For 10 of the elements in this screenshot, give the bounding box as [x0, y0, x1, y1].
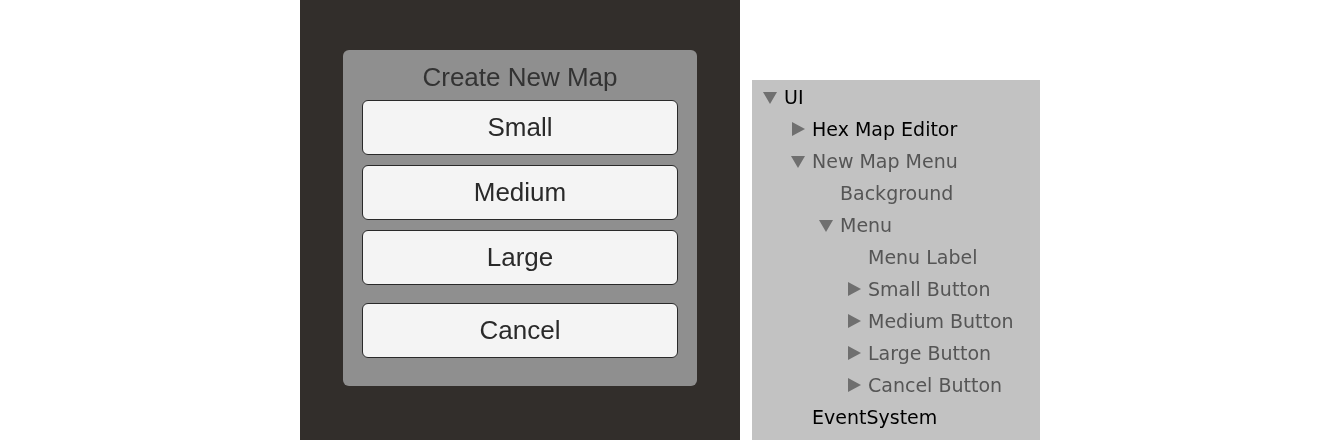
hierarchy-item[interactable]: EventSystem [812, 406, 938, 428]
cancel-button[interactable]: Cancel [362, 303, 678, 358]
size-button[interactable]: Small [362, 100, 678, 155]
dialog-title: Create New Map [421, 61, 619, 94]
hierarchy-item[interactable]: Hex Map Editor [812, 118, 958, 140]
hierarchy-item[interactable]: UI [784, 86, 804, 108]
size-button[interactable]: Medium [362, 165, 678, 220]
size-button[interactable]: Large [362, 230, 678, 285]
collapsed-arrow-icon[interactable] [790, 121, 806, 137]
expanded-arrow-icon[interactable] [762, 89, 778, 105]
